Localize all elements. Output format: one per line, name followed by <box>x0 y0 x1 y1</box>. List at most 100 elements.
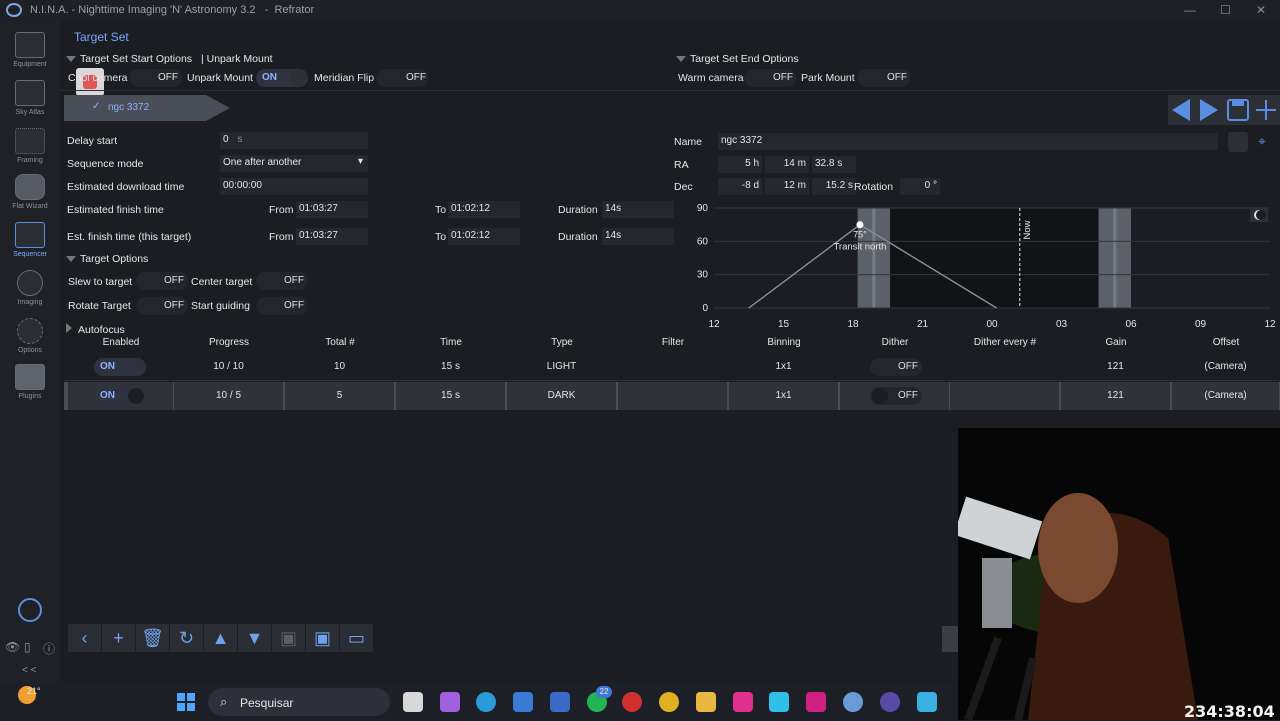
column-header[interactable]: Filter <box>618 337 728 353</box>
sequence-mode-value: One after another <box>223 157 302 168</box>
meridian-flip-toggle[interactable]: OFF <box>376 69 428 87</box>
save-target-icon[interactable] <box>1224 95 1252 125</box>
eye-icon[interactable]: 👁 <box>5 640 20 654</box>
opera-icon[interactable] <box>622 692 642 712</box>
sidebar-item-plugins[interactable]: Plugins <box>0 364 60 400</box>
table-cell-enabled[interactable]: ON <box>68 353 173 381</box>
table-cell-type: LIGHT <box>546 361 577 372</box>
sidebar-item-sequencer[interactable]: Sequencer <box>0 222 60 258</box>
open-folder-icon[interactable]: ▭ <box>340 624 374 652</box>
ra-hours-input[interactable]: 5 h <box>718 156 762 173</box>
target-tab[interactable]: ✓ ngc 3372 <box>64 95 230 121</box>
ra-minutes-input[interactable]: 14 m <box>765 156 809 173</box>
dither-toggle[interactable]: OFF <box>870 358 922 376</box>
stellarium-icon[interactable] <box>880 692 900 712</box>
column-header[interactable]: Gain <box>1061 337 1171 353</box>
sidebar-item-label: Flat Wizard <box>12 203 48 210</box>
column-header[interactable]: Dither <box>840 337 950 353</box>
table-cell-dither[interactable]: OFF <box>840 382 949 410</box>
sidebar-item-imaging[interactable]: Imaging <box>0 270 60 306</box>
column-header[interactable]: Dither every # <box>950 337 1060 353</box>
power-icon[interactable] <box>18 598 42 622</box>
sequence-toolbar: ‹ + 🗑 ↻ ▲ ▼ ▣ ▣ ▭ <box>68 624 374 652</box>
column-header[interactable]: Total # <box>285 337 395 353</box>
column-header[interactable]: Enabled <box>68 337 174 353</box>
trash-icon[interactable]: 🗑 <box>136 624 170 652</box>
enabled-toggle[interactable]: ON <box>94 358 146 376</box>
end-options-header[interactable]: Target Set End Options <box>676 53 799 65</box>
park-mount-toggle[interactable]: OFF <box>858 69 910 87</box>
sidebar-item-sky-atlas[interactable]: Sky Atlas <box>0 80 60 116</box>
copilot-icon[interactable] <box>440 692 460 712</box>
rotate-toggle[interactable]: OFF <box>136 297 188 315</box>
maximize-button[interactable]: ☐ <box>1220 3 1231 17</box>
move-up-icon[interactable]: ▲ <box>204 624 238 652</box>
move-down-icon[interactable]: ▼ <box>238 624 272 652</box>
rotation-input[interactable]: 0 ° <box>900 178 940 195</box>
dither-toggle[interactable]: OFF <box>870 387 922 405</box>
collapse-sidebar-button[interactable]: < < <box>22 665 36 676</box>
sidebar-item-framing[interactable]: Framing <box>0 128 60 164</box>
info-icon[interactable]: ⓘ <box>43 640 55 657</box>
name-input[interactable]: ngc 3372 <box>718 133 1218 150</box>
back-icon[interactable]: ‹ <box>68 624 102 652</box>
app-icon[interactable] <box>550 692 570 712</box>
start-options-header[interactable]: Target Set Start Options | Unpark Mount <box>66 53 273 65</box>
task-view-icon[interactable] <box>403 692 423 712</box>
guiding-toggle[interactable]: OFF <box>256 297 308 315</box>
cool-camera-state: OFF <box>158 72 178 83</box>
app-icon[interactable] <box>769 692 789 712</box>
dec-seconds-input[interactable]: 15.2 s <box>812 178 856 195</box>
table-cell-enabled[interactable]: ON <box>68 382 173 410</box>
location-pin-icon[interactable]: ⌖ <box>1258 133 1266 150</box>
table-cell-dither[interactable]: OFF <box>840 353 949 381</box>
sequence-mode-select[interactable]: One after another ▾ <box>220 155 368 172</box>
reset-icon[interactable]: ↻ <box>170 624 204 652</box>
target-options-header[interactable]: Target Options <box>66 253 148 265</box>
delay-start-input[interactable]: 0 s <box>220 132 368 149</box>
column-header[interactable]: Time <box>396 337 506 353</box>
sidebar-item-equipment[interactable]: Equipment <box>0 32 60 68</box>
cool-camera-toggle[interactable]: OFF <box>130 69 182 87</box>
minimize-button[interactable]: — <box>1184 3 1196 17</box>
nina-icon[interactable] <box>843 692 863 712</box>
table-cell-type: DARK <box>507 382 616 410</box>
folder-icon[interactable] <box>696 692 716 712</box>
enabled-toggle[interactable]: ON <box>94 387 146 405</box>
column-header[interactable]: Binning <box>729 337 839 353</box>
app-icon[interactable] <box>806 692 826 712</box>
save-icon[interactable]: ▣ <box>272 624 306 652</box>
column-header[interactable]: Offset <box>1172 337 1280 353</box>
search-icon[interactable] <box>1228 132 1248 152</box>
warm-camera-toggle[interactable]: OFF <box>744 69 796 87</box>
save-as-icon[interactable]: ▣ <box>306 624 340 652</box>
add-target-icon[interactable] <box>1252 95 1280 125</box>
ra-seconds-input[interactable]: 32.8 s <box>812 156 856 173</box>
edge-icon[interactable] <box>476 692 496 712</box>
sidebar-item-flat-wizard[interactable]: Flat Wizard <box>0 174 60 210</box>
unpark-mount-toggle[interactable]: ON <box>256 69 308 87</box>
chrome-icon[interactable] <box>659 692 679 712</box>
app-icon[interactable] <box>733 692 753 712</box>
add-icon[interactable]: + <box>102 624 136 652</box>
dec-degrees-input[interactable]: -8 d <box>718 178 762 195</box>
sidebar-item-options[interactable]: Options <box>0 318 60 354</box>
column-header[interactable]: Type <box>507 337 617 353</box>
book-icon[interactable]: ▯ <box>24 640 31 654</box>
next-target-button[interactable] <box>1194 95 1222 125</box>
previous-target-button[interactable] <box>1168 95 1196 125</box>
table-row[interactable]: ON 10 / 10 10 15 s LIGHT 1x1 OFF 121 (Camera) <box>64 353 1280 381</box>
notepad-icon[interactable] <box>917 692 937 712</box>
y-tick-label: 30 <box>697 270 709 281</box>
table-row[interactable]: ON 10 / 5 5 15 s DARK 1x1 OFF 121 (Camera) <box>64 382 1280 410</box>
column-header[interactable]: Progress <box>174 337 284 353</box>
autofocus-header[interactable]: Autofocus <box>66 323 125 336</box>
store-icon[interactable] <box>513 692 533 712</box>
search-bar[interactable]: ⌕ Pesquisar <box>208 688 390 716</box>
dec-minutes-input[interactable]: 12 m <box>765 178 809 195</box>
start-button[interactable] <box>176 692 196 712</box>
close-button[interactable]: ✕ <box>1256 3 1266 17</box>
center-toggle[interactable]: OFF <box>256 272 308 290</box>
tab-target-set[interactable]: Target Set <box>74 30 129 44</box>
slew-toggle[interactable]: OFF <box>136 272 188 290</box>
